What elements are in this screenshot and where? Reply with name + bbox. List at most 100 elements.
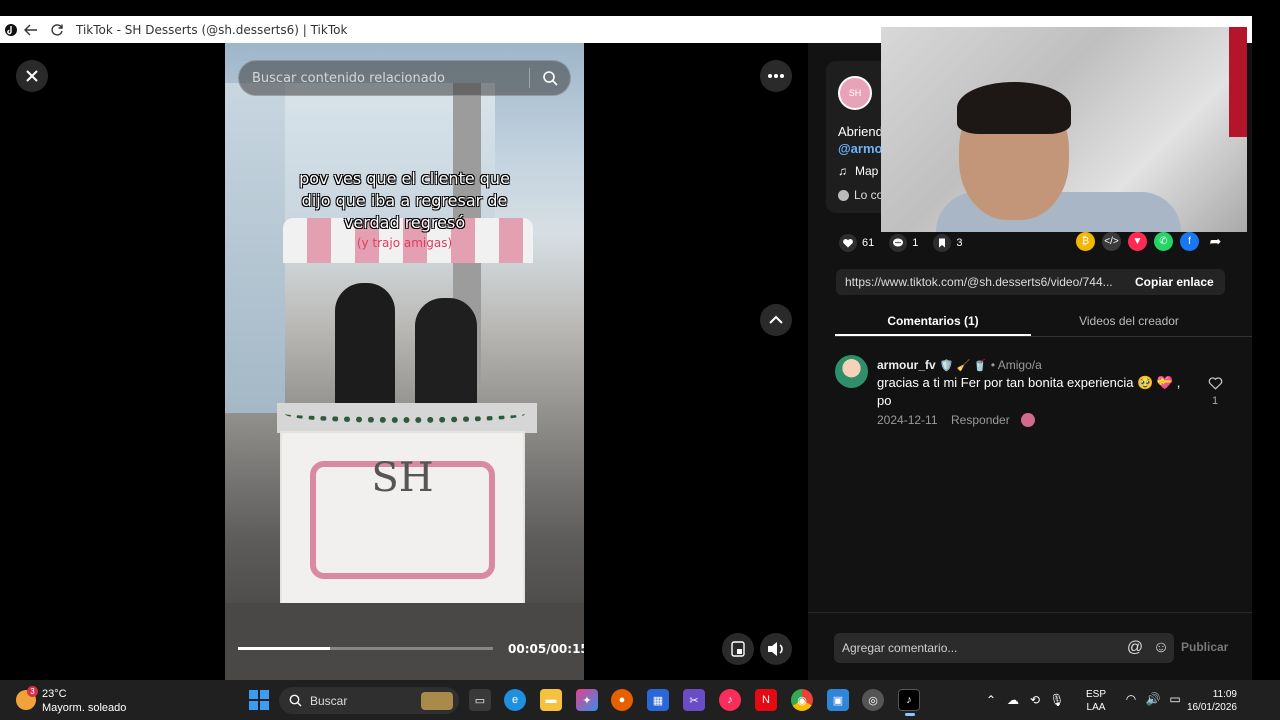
onedrive-icon[interactable]: ☁ [1002,693,1024,707]
mention-icon[interactable]: @ [1122,639,1148,657]
commenter-avatar[interactable] [835,355,868,388]
screen-right-edge [1252,16,1280,680]
commenter-username[interactable]: armour_fv [877,358,936,372]
like-action[interactable]: 61 [838,233,874,253]
start-button[interactable] [249,690,269,710]
wifi-icon[interactable]: ◠ [1120,692,1142,706]
emoji-icon[interactable]: ☺ [1148,639,1174,657]
tab-comments[interactable]: Comentarios (1) [835,309,1031,336]
comment-composer[interactable]: Agregar comentario... @ ☺ [834,633,1174,663]
music-row[interactable]: ♫ Map [838,164,878,178]
windows-logo-icon [249,701,258,710]
picture-in-picture-button[interactable] [722,633,754,665]
back-arrow-icon[interactable] [18,17,44,43]
taskbar-search-label: Buscar [310,693,348,708]
firefox-icon[interactable]: ● [611,689,633,711]
more-dots-icon [768,74,784,78]
comment-date: 2024-12-11 [877,413,938,427]
language-indicator[interactable]: ESP LAA [1086,688,1106,714]
chevron-up-icon[interactable]: ⌃ [980,693,1002,707]
music-title[interactable]: Map [855,164,878,178]
bookmark-icon[interactable] [932,233,952,253]
taskbar-clock[interactable]: 11:09 16/01/2026 [1183,688,1237,714]
search-icon [289,694,302,707]
volume-icon[interactable]: 🔊 [1142,692,1164,706]
heart-outline-icon [1208,377,1222,390]
comment-action[interactable]: 1 [888,233,918,253]
volume-button[interactable] [760,633,792,665]
video-player[interactable]: SH pov ves que el cliente que dijo que i… [225,43,584,680]
reply-button[interactable]: Responder [951,413,1010,427]
creator-avatar[interactable]: SH [838,76,872,110]
task-view-icon[interactable]: ▭ [469,689,491,711]
music-note-icon: ♫ [838,164,847,178]
share-arrow-icon[interactable]: ➦ [1206,232,1225,251]
reload-icon[interactable] [44,17,70,43]
coin-icon[interactable]: ₿ [1076,232,1095,251]
post-description: Abriend [838,124,883,139]
save-action[interactable]: 3 [932,233,963,253]
copy-link-button[interactable]: Copiar enlace [1135,275,1214,289]
webcam-overlay [881,27,1247,232]
chrome-icon[interactable]: ◉ [791,689,813,711]
sync-icon[interactable]: ⟲ [1024,693,1046,707]
video-caption: pov ves que el cliente que dijo que iba … [299,169,510,232]
taskbar-search[interactable]: Buscar [279,687,459,714]
microphone-icon[interactable]: 🎙 [1046,693,1068,707]
file-explorer-icon[interactable]: ▬ [540,689,562,711]
comment-like-button[interactable] [1205,376,1225,395]
weather-condition: Mayorm. soleado [42,702,127,714]
copilot-icon[interactable]: ✦ [576,689,598,711]
video-progress-bar[interactable] [238,647,493,650]
video-scene-garland [285,405,525,423]
obs-icon[interactable]: ◎ [862,689,884,711]
clock-date: 16/01/2026 [1186,702,1237,713]
comment-like-count: 1 [1211,395,1219,407]
panel-tabs: Comentarios (1) Videos del creador [835,309,1252,337]
pip-icon [731,641,745,657]
search-icon[interactable] [530,70,570,86]
tiktok-app-icon[interactable]: ♪ [898,689,920,716]
webcam-red-object [1229,27,1247,137]
more-options-button[interactable] [760,60,792,92]
weather-badge: 3 [27,686,38,697]
system-tray: ⌃ ☁ ⟲ 🎙 [980,680,1068,720]
save-count: 3 [956,237,963,249]
remote-desktop-icon[interactable]: ▣ [827,689,849,711]
weather-widget[interactable]: 3 23°C Mayorm. soleado [16,686,146,716]
related-search-bar[interactable]: Buscar contenido relacionado [238,60,571,96]
previous-video-button[interactable] [760,304,792,336]
whatsapp-icon[interactable]: ✆ [1154,232,1173,251]
creator-avatar-text: SH [848,88,862,98]
tray-quick-icons[interactable]: ◠ 🔊 ▭ [1120,692,1186,706]
comment-text: gracias a ti mi Fer por tan bonita exper… [877,375,1181,408]
browser-tab-title: TikTok - SH Desserts (@sh.desserts6) | T… [76,22,348,37]
top-black-strip [0,0,1280,16]
comment-count: 1 [912,237,919,249]
like-count: 61 [862,237,875,249]
location-row[interactable]: Lo co [838,188,883,202]
close-icon [26,70,38,82]
heart-icon[interactable] [838,233,858,253]
comment-bubble-icon[interactable] [888,233,908,253]
language-code: ESP [1086,689,1107,700]
comment-item: armour_fv 🛡️ 🧹 🥤 • Amigo/a gracias a ti … [835,355,1245,435]
snipping-tool-icon[interactable]: ✂ [683,689,705,711]
chevron-up-icon [769,315,783,324]
related-search-placeholder[interactable]: Buscar contenido relacionado [252,71,529,86]
send-icon[interactable]: ▼ [1128,232,1147,251]
tab-creator-videos[interactable]: Videos del creador [1031,309,1227,336]
publish-button[interactable]: Publicar [1181,640,1228,654]
edge-icon[interactable]: e [504,689,526,711]
netflix-icon[interactable]: N [755,689,777,711]
share-icons-row: ₿ </> ▼ ✆ f ➦ [1076,232,1232,251]
close-button[interactable] [16,60,48,92]
store-icon[interactable]: ▦ [647,689,669,711]
music-app-icon[interactable]: ♪ [719,689,741,711]
webcam-person-hair [957,82,1071,134]
embed-icon[interactable]: </> [1102,232,1121,251]
video-url: https://www.tiktok.com/@sh.desserts6/vid… [845,275,1113,289]
comment-input[interactable]: Agregar comentario... [842,641,1122,655]
facebook-icon[interactable]: f [1180,232,1199,251]
post-mention-link[interactable]: @armo [838,141,882,156]
